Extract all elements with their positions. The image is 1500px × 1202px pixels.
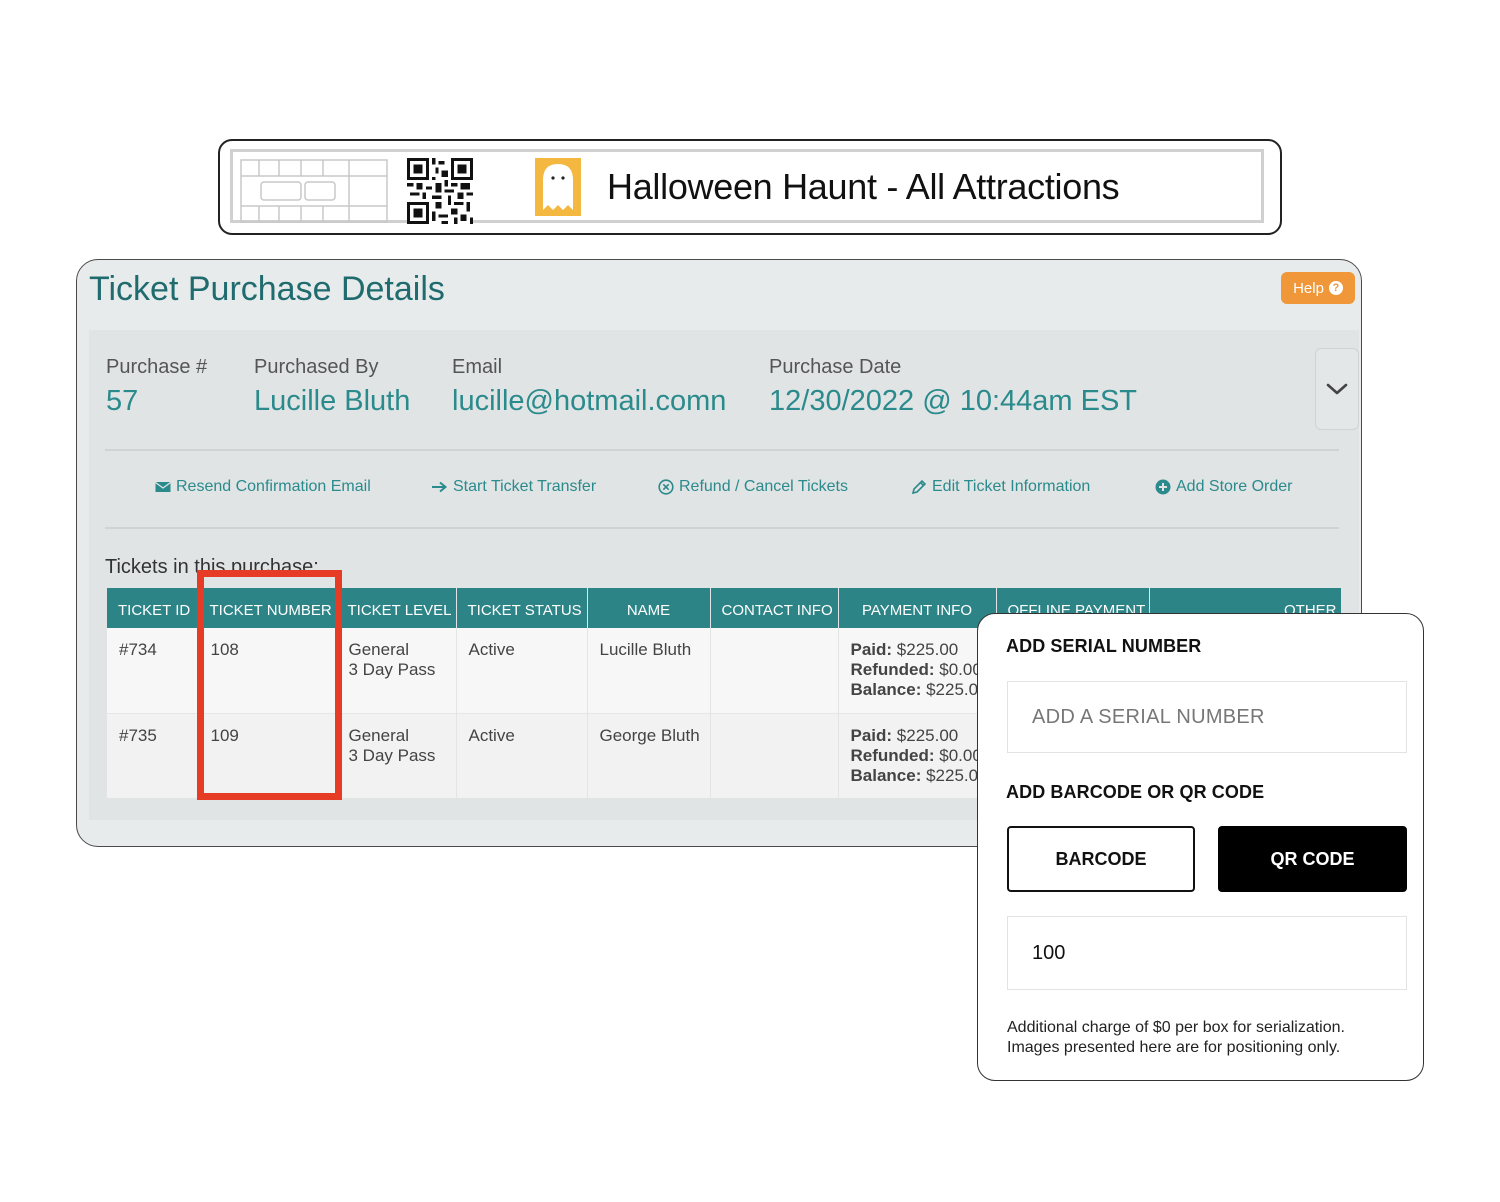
ticket-level-line1: General [348,640,409,659]
resend-email-label: Resend Confirmation Email [176,478,371,495]
purchase-date-value: 12/30/2022 @ 10:44am EST [769,385,1138,417]
question-icon: ? [1328,281,1343,295]
ticket-level-line1: General [348,725,409,745]
chevron-down-icon [1326,383,1348,395]
ticket-level-line2: 3 Day Pass [348,745,436,765]
payment-info-cell: Paid: $225.00 Refunded: $0.00 Balance: $… [838,713,997,798]
edit-ticket-label: Edit Ticket Information [932,478,1091,495]
balance-line: Balance: $225.00 [850,680,988,699]
column-header-ticket-id[interactable]: TICKET ID [107,588,199,628]
contact-info-cell [710,713,839,798]
ghost-icon [535,158,581,216]
ticket-preview-inner: Halloween Haunt - All Attractions [230,149,1264,224]
start-transfer-link[interactable]: Start Ticket Transfer [431,478,596,496]
ticket-level-line2: 3 Day Pass [348,660,436,679]
code-type-heading: ADD BARCODE OR QR CODE [1006,782,1265,802]
ticket-id-cell: #735 [107,713,199,798]
edit-ticket-link[interactable]: Edit Ticket Information [911,478,1090,496]
pencil-icon [911,479,927,495]
purchased-by-field: Purchased By Lucille Bluth [254,356,410,418]
note-line: Additional charge of $0 per box for seri… [1007,1019,1345,1036]
name-cell: George Bluth [587,713,711,798]
qr-code-button[interactable]: QR CODE [1218,826,1407,892]
purchase-number-field: Purchase # 57 [106,356,207,418]
serialization-note: Additional charge of $0 per box for seri… [1007,1018,1407,1058]
column-header-ticket-number[interactable]: TICKET NUMBER [198,588,337,628]
page-title: Ticket Purchase Details [89,270,445,308]
barcode-button[interactable]: BARCODE [1007,826,1195,892]
collapse-button[interactable] [1315,348,1359,430]
purchased-by-label: Purchased By [254,356,379,378]
ticket-title: Halloween Haunt - All Attractions [607,166,1120,207]
balance-line: Balance: $225.00 [850,765,988,785]
ticket-id-cell: #734 [107,628,199,714]
purchase-number-label: Purchase # [106,356,208,378]
barcode-icon [240,159,388,223]
refunded-line: Refunded: $0.00 [850,660,982,679]
tickets-heading: Tickets in this purchase: [105,556,319,578]
ticket-preview: Halloween Haunt - All Attractions [218,139,1282,235]
plus-circle-icon [1155,479,1171,495]
email-value: lucille@hotmail.comn [452,385,727,417]
divider [105,449,1339,451]
email-field: Email lucille@hotmail.comn [452,356,726,418]
refund-cancel-link[interactable]: Refund / Cancel Tickets [658,478,848,496]
refunded-line: Refunded: $0.00 [850,745,982,765]
help-button[interactable]: Help ? [1281,272,1355,304]
column-header-contact-info[interactable]: CONTACT INFO [710,588,839,628]
column-header-ticket-status[interactable]: TICKET STATUS [456,588,588,628]
ticket-number-cell: 109 [198,713,337,798]
circle-x-icon [658,479,674,495]
purchase-number-value: 57 [106,385,139,417]
payment-info-cell: Paid: $225.00 Refunded: $0.00 Balance: $… [838,628,997,714]
start-transfer-label: Start Ticket Transfer [453,478,597,495]
purchase-date-field: Purchase Date 12/30/2022 @ 10:44am EST [769,356,1137,418]
serial-number-panel: ADD SERIAL NUMBER ADD BARCODE OR QR CODE… [977,613,1424,1081]
add-store-order-link[interactable]: Add Store Order [1155,478,1293,496]
column-header-ticket-level[interactable]: TICKET LEVEL [336,588,457,628]
serial-number-heading: ADD SERIAL NUMBER [1006,636,1202,656]
ticket-level-cell: General 3 Day Pass [336,713,457,798]
ticket-level-cell: General 3 Day Pass [336,628,457,714]
column-header-name[interactable]: NAME [587,588,711,628]
purchased-by-value: Lucille Bluth [254,385,411,417]
ticket-status-cell: Active [456,713,588,798]
qr-code-icon [407,158,473,224]
paid-line: Paid: $225.00 [850,640,959,659]
name-cell: Lucille Bluth [587,628,711,714]
purchase-date-label: Purchase Date [769,356,902,378]
ticket-number-cell: 108 [198,628,337,714]
column-header-payment-info[interactable]: PAYMENT INFO [838,588,997,628]
help-label: Help [1293,279,1324,297]
divider [105,527,1339,529]
arrow-right-icon [431,481,448,493]
contact-info-cell [710,628,839,714]
email-label: Email [452,356,503,378]
ticket-status-cell: Active [456,628,588,714]
refund-cancel-label: Refund / Cancel Tickets [679,478,848,495]
envelope-icon [155,481,171,493]
add-store-order-label: Add Store Order [1176,478,1293,495]
note-line: Images presented here are for positionin… [1007,1039,1341,1056]
paid-line: Paid: $225.00 [850,725,959,745]
code-value-field[interactable]: 100 [1007,916,1407,990]
resend-email-link[interactable]: Resend Confirmation Email [155,478,371,496]
serial-number-input[interactable] [1007,681,1407,753]
